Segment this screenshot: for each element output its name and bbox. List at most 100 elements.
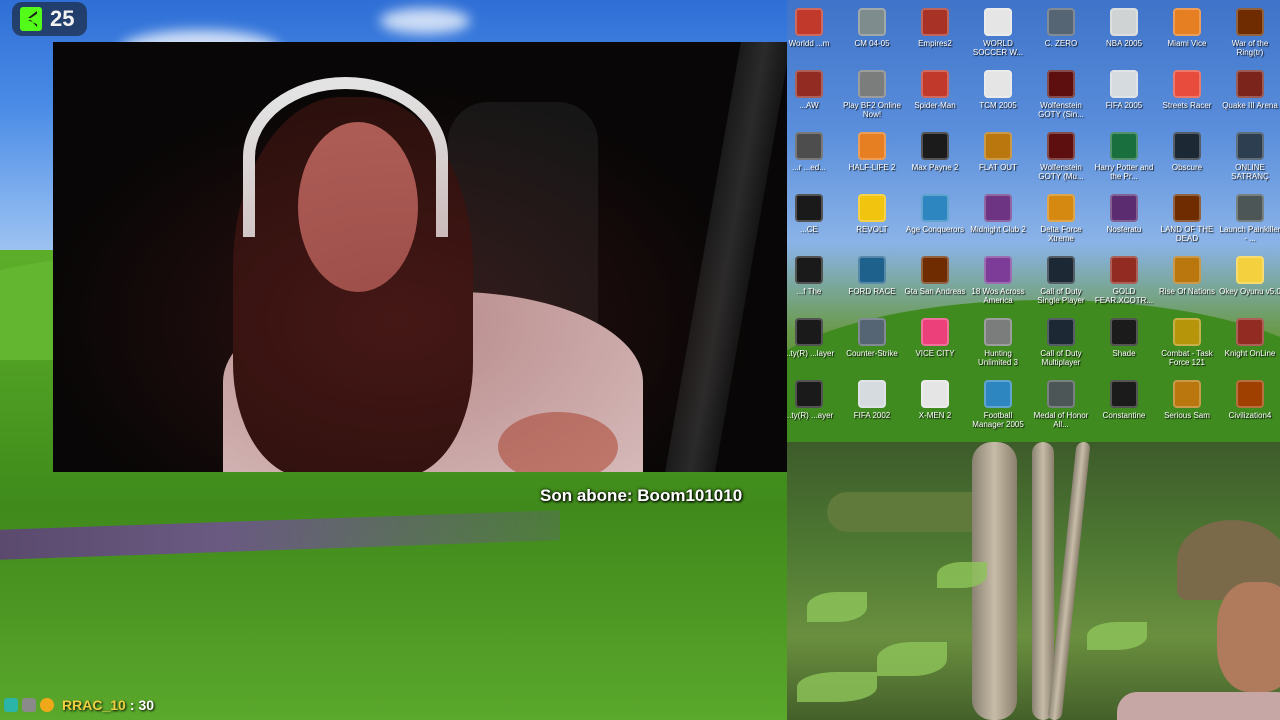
desktop-shortcut-icon[interactable]: Quake III Arena	[1219, 70, 1280, 110]
shortcut-label: Knight OnLine	[1224, 349, 1276, 358]
desktop-shortcut-icon[interactable]: Constantine	[1093, 380, 1155, 420]
desktop-shortcut-icon[interactable]: Wolfenstein GOTY (Mu...	[1030, 132, 1092, 181]
desktop-shortcut-icon[interactable]: FIFA 2002	[841, 380, 903, 420]
shortcut-label: GOLD FEAR.XCOTR...	[1094, 287, 1154, 305]
desktop-shortcut-icon[interactable]: Call of Duty Multiplayer	[1030, 318, 1092, 367]
desktop-shortcut-icon[interactable]: ...ty(R) ...ayer	[787, 380, 840, 420]
desktop-shortcut-icon[interactable]: 18 Wos Across America	[967, 256, 1029, 305]
shortcut-label: Hunting Unlimited 3	[977, 349, 1018, 367]
desktop-shortcut-icon[interactable]: ...AW	[787, 70, 840, 110]
desktop-shortcut-icon[interactable]: Max Payne 2	[904, 132, 966, 172]
shortcut-image-icon	[858, 194, 886, 222]
desktop-shortcut-icon[interactable]: Empires2	[904, 8, 966, 48]
desktop-shortcut-icon[interactable]: Knight OnLine	[1219, 318, 1280, 358]
shortcut-label: ...ty(R) ...ayer	[787, 411, 834, 420]
shortcut-image-icon	[1110, 256, 1138, 284]
desktop-shortcut-icon[interactable]: Call of Duty Single Player	[1030, 256, 1092, 305]
desktop-shortcut-icon[interactable]: Wolfenstein GOTY (Sin...	[1030, 70, 1092, 119]
shortcut-image-icon	[984, 8, 1012, 36]
desktop-shortcut-icon[interactable]: ONLINE SATRANÇ	[1219, 132, 1280, 181]
shortcut-label: FORD RACE	[848, 287, 896, 296]
desktop-shortcut-icon[interactable]: ...ty(R) ...layer	[787, 318, 840, 358]
kick-logo-icon	[20, 7, 42, 31]
desktop-shortcut-icon[interactable]: Combat - Task Force 121	[1156, 318, 1218, 367]
shortcut-label: HALF-LIFE 2	[848, 163, 896, 172]
leaf	[807, 592, 867, 622]
desktop-shortcut-icon[interactable]: Obscure	[1156, 132, 1218, 172]
desktop-shortcut-icon[interactable]: WORLD SOCCER W...	[967, 8, 1029, 57]
desktop-shortcut-icon[interactable]: ...r ...ed...	[787, 132, 840, 172]
shortcut-label: Harry Potter and the Pr...	[1094, 163, 1154, 181]
desktop-shortcut-icon[interactable]: FLAT OUT	[967, 132, 1029, 172]
desktop-shortcut-icon[interactable]: ...f The	[787, 256, 840, 296]
shortcut-label: LAND OF THE DEAD	[1160, 225, 1214, 243]
shortcut-label: War of the Ring(tr)	[1231, 39, 1269, 57]
shortcut-label: Call of Duty Multiplayer	[1040, 349, 1082, 367]
desktop-shortcut-icon[interactable]: Serious Sam	[1156, 380, 1218, 420]
shortcut-image-icon	[795, 194, 823, 222]
shortcut-label: ...f The	[796, 287, 822, 296]
desktop-shortcut-icon[interactable]: War of the Ring(tr)	[1219, 8, 1280, 57]
shortcut-label: Medal of Honor All...	[1033, 411, 1089, 429]
desktop-shortcut-icon[interactable]: Counter-Strike	[841, 318, 903, 358]
shortcut-label: NBA 2005	[1105, 39, 1143, 48]
desktop-shortcut-icon[interactable]: Launch Painkiller - ...	[1219, 194, 1280, 243]
desktop-shortcut-icon[interactable]: Hunting Unlimited 3	[967, 318, 1029, 367]
shortcut-image-icon	[1047, 70, 1075, 98]
desktop-shortcut-icon[interactable]: Midnight Club 2	[967, 194, 1029, 234]
desktop-shortcut-icon[interactable]: GOLD FEAR.XCOTR...	[1093, 256, 1155, 305]
shortcut-label: Wolfenstein GOTY (Mu...	[1038, 163, 1084, 181]
shortcut-image-icon	[984, 380, 1012, 408]
desktop-shortcut-icon[interactable]: Civilization4	[1219, 380, 1280, 420]
shortcut-image-icon	[1236, 70, 1264, 98]
desktop-shortcut-icon[interactable]: FORD RACE	[841, 256, 903, 296]
desktop-shortcut-icon[interactable]: Worldd ...m	[787, 8, 840, 48]
chat-message: 30	[138, 697, 155, 713]
shortcut-image-icon	[984, 132, 1012, 160]
desktop-shortcut-icon[interactable]: Okey Oyunu v5.0	[1219, 256, 1280, 296]
desktop-shortcut-icon[interactable]: Play BF2 Online Now!	[841, 70, 903, 119]
desktop-shortcut-icon[interactable]: TCM 2005	[967, 70, 1029, 110]
desktop-shortcut-icon[interactable]: Gta San Andreas	[904, 256, 966, 296]
desktop-shortcut-icon[interactable]: FIFA 2005	[1093, 70, 1155, 110]
shortcut-image-icon	[921, 318, 949, 346]
shortcut-image-icon	[858, 70, 886, 98]
shortcut-image-icon	[921, 256, 949, 284]
desktop-shortcut-icon[interactable]: X-MEN 2	[904, 380, 966, 420]
shortcut-image-icon	[1047, 8, 1075, 36]
forest-camera-feed	[787, 442, 1280, 720]
shortcut-label: ...CE	[800, 225, 818, 234]
desktop-shortcut-icon[interactable]: Medal of Honor All...	[1030, 380, 1092, 429]
viewer-count: 25	[50, 6, 75, 31]
desktop-shortcut-icon[interactable]: LAND OF THE DEAD	[1156, 194, 1218, 243]
shortcut-image-icon	[858, 132, 886, 160]
desktop-shortcut-icon[interactable]: HALF-LIFE 2	[841, 132, 903, 172]
desktop-shortcut-icon[interactable]: VICE CITY	[904, 318, 966, 358]
shortcut-image-icon	[1236, 380, 1264, 408]
desktop-shortcut-icon[interactable]: Harry Potter and the Pr...	[1093, 132, 1155, 181]
desktop-shortcut-icon[interactable]: Football Manager 2005	[967, 380, 1029, 429]
desktop-shortcut-icon[interactable]: Miami Vice	[1156, 8, 1218, 48]
desktop-shortcut-icon[interactable]: ...CE	[787, 194, 840, 234]
shortcut-label: Age Conquerors	[905, 225, 965, 234]
shortcut-label: WORLD SOCCER W...	[972, 39, 1024, 57]
shortcut-label: ...r ...ed...	[792, 163, 826, 172]
desktop-shortcut-icon[interactable]: Shade	[1093, 318, 1155, 358]
shortcut-label: REVOLT	[856, 225, 888, 234]
shortcut-image-icon	[1173, 70, 1201, 98]
cloud-decoration	[380, 8, 470, 34]
desktop-shortcut-icon[interactable]: REVOLT	[841, 194, 903, 234]
shortcut-label: Call of Duty Single Player	[1037, 287, 1085, 305]
shortcut-image-icon	[984, 256, 1012, 284]
desktop-shortcut-icon[interactable]: Streets Racer	[1156, 70, 1218, 110]
desktop-shortcut-icon[interactable]: Rise Of Nations	[1156, 256, 1218, 296]
desktop-shortcut-icon[interactable]: C. ZERO	[1030, 8, 1092, 48]
desktop-shortcut-icon[interactable]: Age Conquerors	[904, 194, 966, 234]
desktop-shortcut-icon[interactable]: Nosferatu	[1093, 194, 1155, 234]
shortcut-image-icon	[1236, 194, 1264, 222]
desktop-shortcut-icon[interactable]: CM 04-05	[841, 8, 903, 48]
desktop-shortcut-icon[interactable]: Delta Force Xtreme	[1030, 194, 1092, 243]
desktop-shortcut-icon[interactable]: NBA 2005	[1093, 8, 1155, 48]
coin-icon	[40, 698, 54, 712]
desktop-shortcut-icon[interactable]: Spider-Man	[904, 70, 966, 110]
